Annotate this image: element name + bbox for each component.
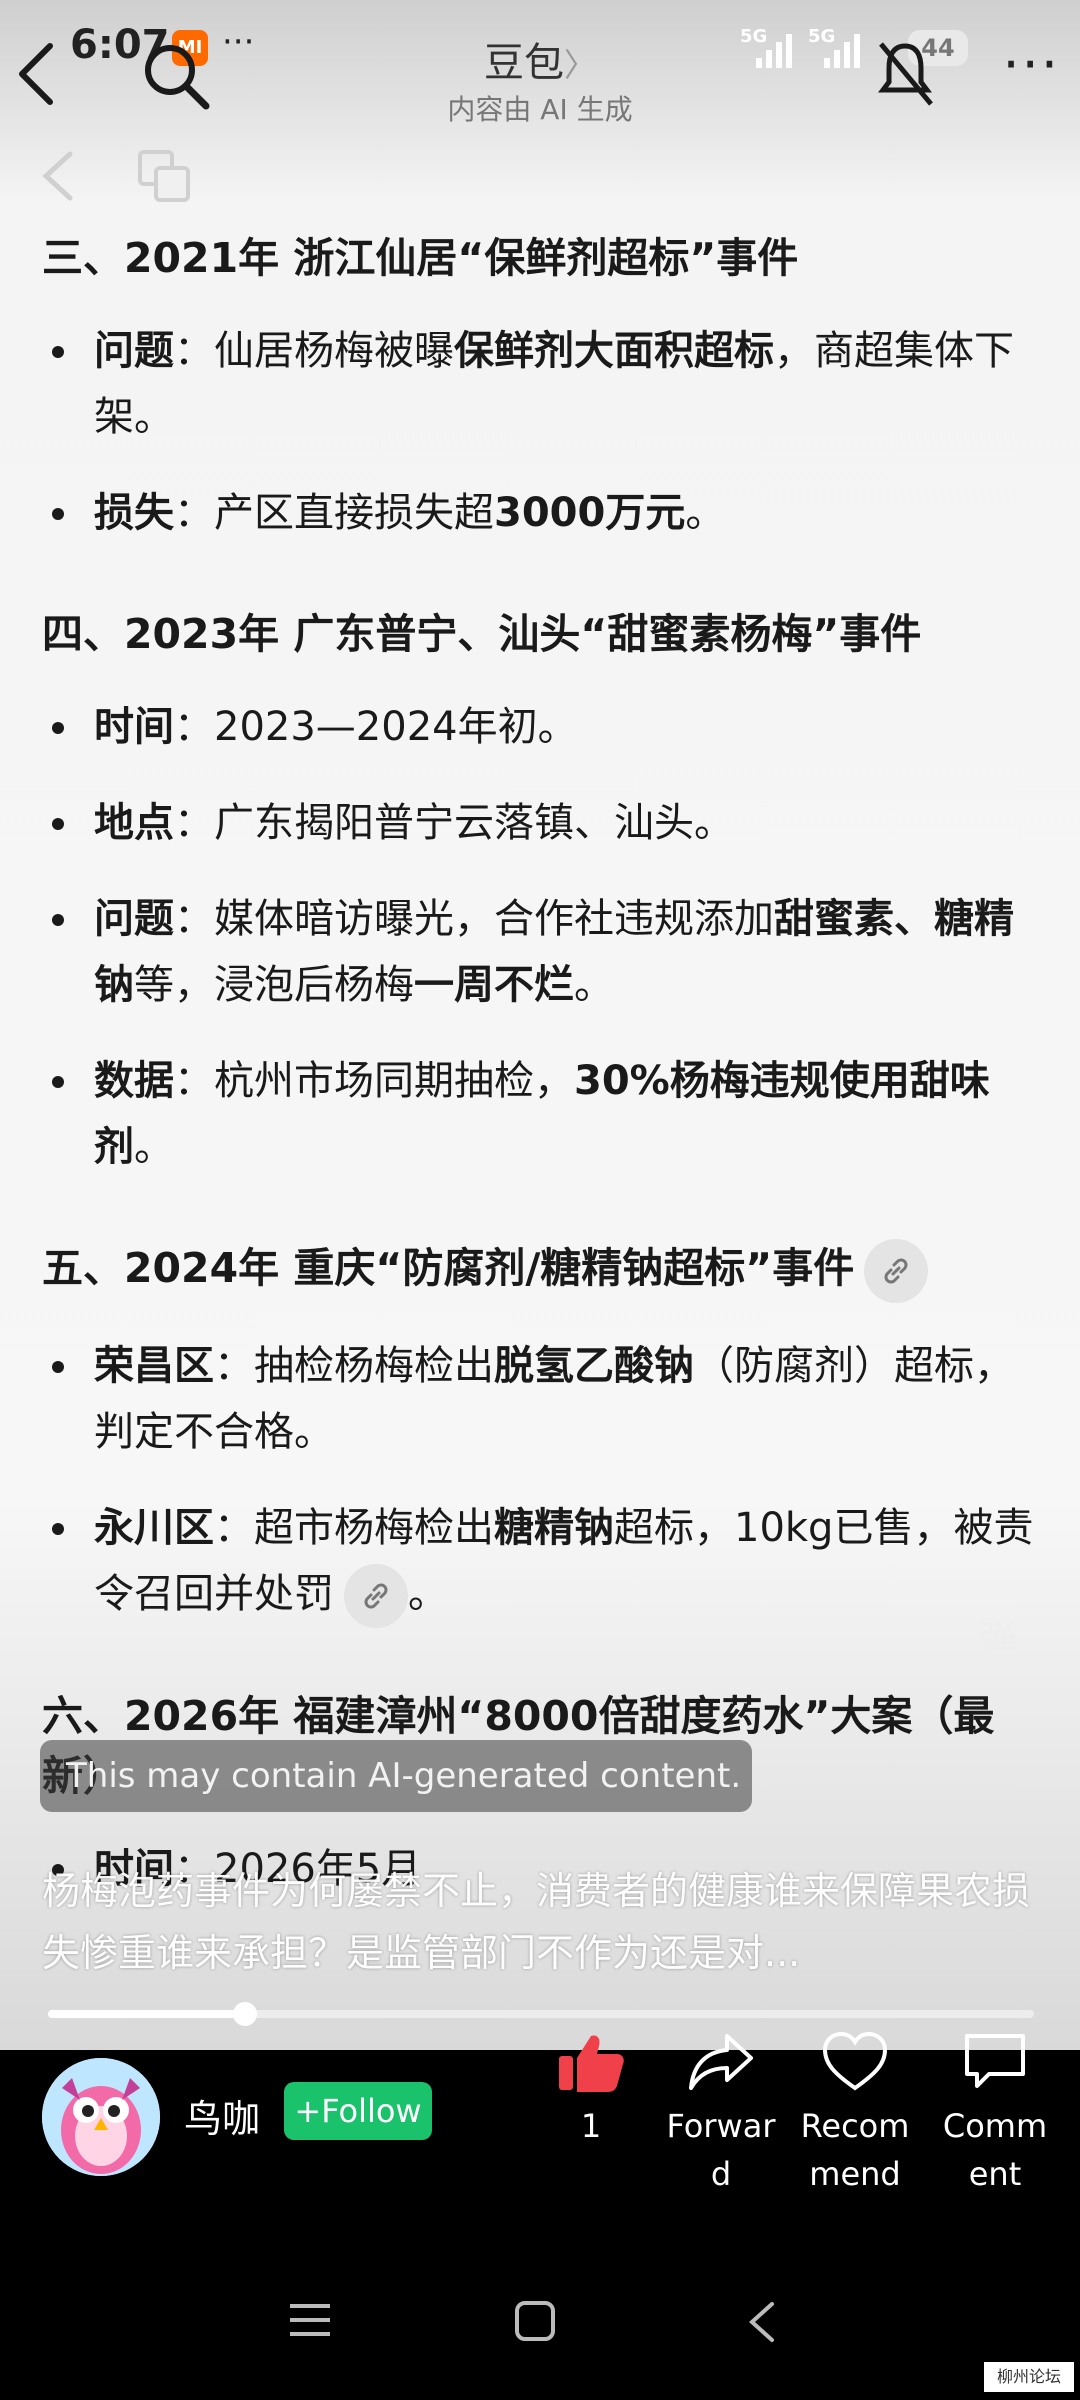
- item-text: ：杭州市场同期抽检，: [174, 1058, 574, 1104]
- link-icon[interactable]: [864, 1239, 929, 1303]
- progress-fill: [48, 2010, 246, 2018]
- item-emphasis: 一周不烂: [414, 962, 574, 1008]
- list-item: 荣昌区：抽检杨梅检出脱氢乙酸钠（防腐剂）超标，判定不合格。: [42, 1333, 1042, 1465]
- item-text: 等，浸泡后杨梅: [134, 962, 414, 1008]
- item-text: ：仙居杨梅被曝: [174, 328, 454, 374]
- home-icon[interactable]: [514, 2300, 556, 2342]
- forward-label: Forward: [666, 2107, 776, 2193]
- recommend-label: Recommend: [800, 2107, 910, 2193]
- item-label: 损失: [94, 490, 174, 536]
- copy-icon: [138, 150, 190, 202]
- item-text: 。: [574, 962, 614, 1008]
- ai-content-notice: This may contain AI-generated content.: [40, 1740, 752, 1812]
- follow-button[interactable]: +Follow: [284, 2082, 432, 2140]
- progress-handle[interactable]: [233, 2002, 258, 2026]
- item-text: 。: [408, 1571, 448, 1617]
- comment-label: Comment: [942, 2107, 1048, 2193]
- item-label: 永川区: [94, 1505, 214, 1551]
- list-item: 问题：仙居杨梅被曝保鲜剂大面积超标，商超集体下架。: [42, 318, 1042, 450]
- author-name[interactable]: 鸟咖: [184, 2088, 260, 2143]
- item-emphasis: 3000万元: [494, 490, 686, 536]
- item-label: 时间: [94, 704, 174, 750]
- title-text: 豆包: [483, 40, 564, 86]
- avatar[interactable]: [42, 2058, 160, 2176]
- list-item: 地点：广东揭阳普宁云落镇、汕头。: [42, 790, 1042, 856]
- item-label: 荣昌区: [94, 1343, 214, 1389]
- list-item: 永川区：超市杨梅检出糖精钠超标，10kg已售，被责令召回并处罚。: [42, 1495, 1042, 1628]
- thumbs-up-icon: [559, 2035, 624, 2092]
- forward-icon: [689, 2034, 753, 2090]
- system-back-icon[interactable]: [746, 2300, 776, 2344]
- watermark: 柳州论坛: [984, 2362, 1074, 2392]
- item-emphasis: 糖精钠: [494, 1505, 614, 1551]
- heading-text: 五、2024年 重庆“防腐剂/糖精钠超标”事件: [42, 1244, 855, 1292]
- item-text: ：2023—2024年初。: [174, 704, 578, 750]
- item-text: ：广东揭阳普宁云落镇、汕头。: [174, 800, 734, 846]
- video-progress-bar[interactable]: [48, 2002, 1034, 2026]
- item-text: 。: [685, 490, 726, 536]
- mute-icon[interactable]: [875, 38, 935, 108]
- video-content: 6:07 MI ··· 5G 5G 44 豆包〉 内容由 AI 生成 ··· 三…: [0, 0, 1080, 2050]
- like-count: 1: [580, 2107, 602, 2145]
- video-caption[interactable]: 杨梅泡药事件为何屡禁不止，消费者的健康谁来保障果农损失惨重谁来承担？是监管部门不…: [42, 1860, 1042, 1984]
- comment-icon: [965, 2034, 1025, 2088]
- item-label: 数据: [94, 1058, 174, 1104]
- list-item: 损失：产区直接损失超3000万元。: [42, 480, 1042, 546]
- item-label: 问题: [94, 896, 174, 942]
- section-heading: 五、2024年 重庆“防腐剂/糖精钠超标”事件: [42, 1238, 1042, 1303]
- item-label: 地点: [94, 800, 174, 846]
- heart-icon: [822, 2031, 888, 2091]
- comment-button[interactable]: Comment: [930, 2030, 1060, 2198]
- recommend-button[interactable]: Recommend: [790, 2030, 920, 2198]
- link-icon[interactable]: [344, 1564, 408, 1628]
- danmaku-toggle-icon[interactable]: 弹: [978, 1608, 1018, 1666]
- item-emphasis: 脱氢乙酸钠: [494, 1343, 694, 1389]
- item-text: ：媒体暗访曝光，合作社违规添加: [174, 896, 774, 942]
- top-bar: 豆包〉 内容由 AI 生成 ···: [0, 0, 1080, 202]
- list-item: 时间：2023—2024年初。: [42, 694, 1042, 760]
- section-heading: 四、2023年 广东普宁、汕头“甜蜜素杨梅”事件: [42, 610, 922, 658]
- section-heading: 三、2021年 浙江仙居“保鲜剂超标”事件: [42, 234, 799, 282]
- recents-icon[interactable]: [288, 2300, 332, 2340]
- like-button[interactable]: 1: [526, 2030, 656, 2150]
- item-label: 问题: [94, 328, 174, 374]
- article-body: 三、2021年 浙江仙居“保鲜剂超标”事件 问题：仙居杨梅被曝保鲜剂大面积超标，…: [42, 200, 1042, 1902]
- item-text: ：抽检杨梅检出: [214, 1343, 494, 1389]
- chevron-right-icon: 〉: [563, 46, 596, 84]
- item-text: ：产区直接损失超: [174, 490, 494, 536]
- secondary-back-icon: [42, 151, 73, 201]
- more-options-icon[interactable]: ···: [1003, 38, 1061, 92]
- list-item: 数据：杭州市场同期抽检，30%杨梅违规使用甜味剂。: [42, 1048, 1042, 1180]
- item-text: 。: [134, 1124, 174, 1170]
- item-text: ：超市杨梅检出: [214, 1505, 494, 1551]
- item-emphasis: 保鲜剂大面积超标: [454, 328, 774, 374]
- list-item: 问题：媒体暗访曝光，合作社违规添加甜蜜素、糖精钠等，浸泡后杨梅一周不烂。: [42, 886, 1042, 1018]
- forward-button[interactable]: Forward: [656, 2030, 786, 2198]
